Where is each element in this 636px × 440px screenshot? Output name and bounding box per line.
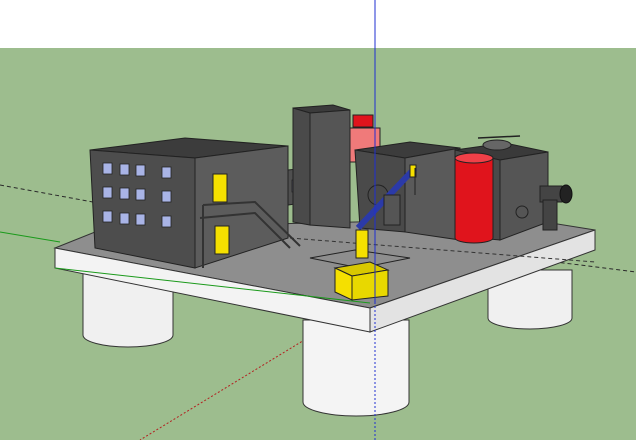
process-module bbox=[354, 141, 461, 241]
sketchup-viewport[interactable] bbox=[0, 0, 636, 440]
support-pillar-front bbox=[302, 319, 410, 417]
door-lower bbox=[214, 225, 230, 255]
control-tower bbox=[292, 104, 351, 229]
3d-model-canvas[interactable] bbox=[0, 0, 636, 440]
red-storage-tank bbox=[454, 152, 494, 244]
door-upper bbox=[212, 173, 228, 203]
sky bbox=[0, 0, 636, 48]
